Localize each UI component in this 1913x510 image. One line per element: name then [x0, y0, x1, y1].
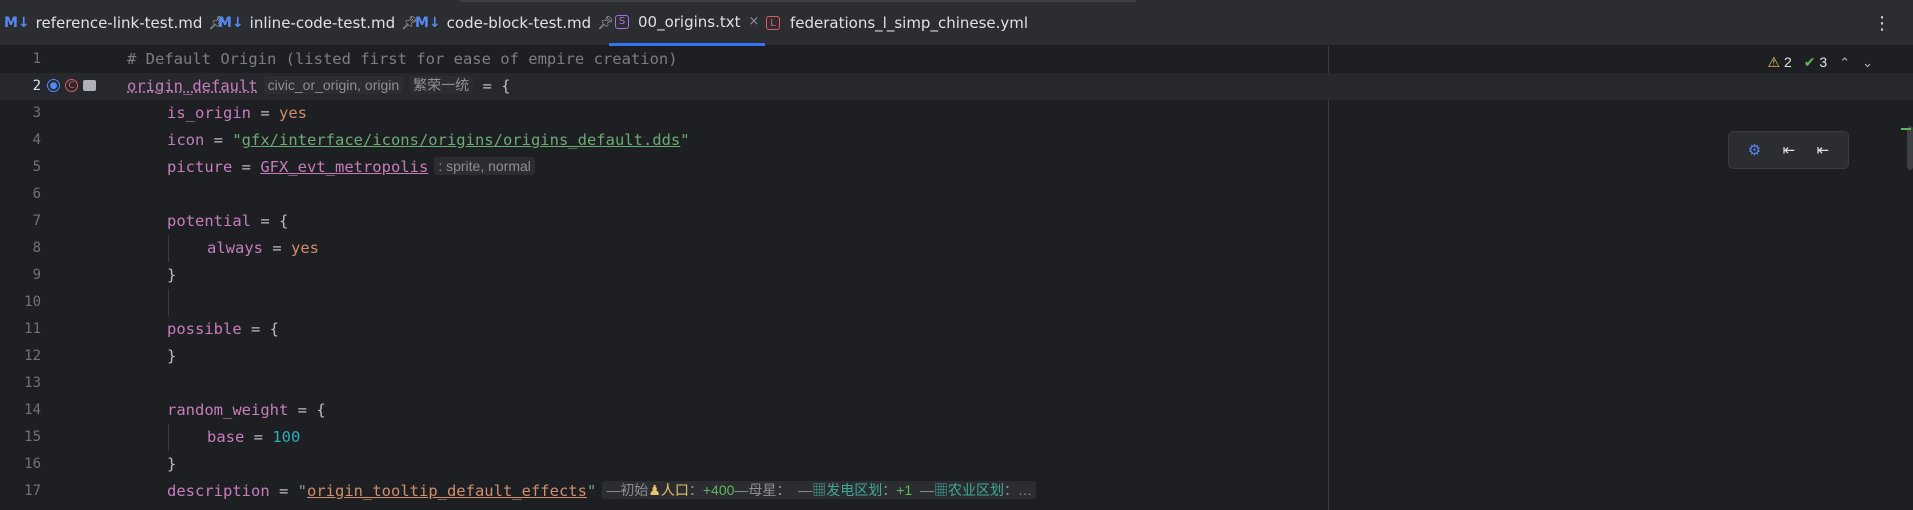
localisation-preview-hint: —初始♟人口：+400—母星： —▦发电区划：+1 —▦农业区划：…	[602, 481, 1036, 499]
code-text: potential = {	[167, 212, 289, 230]
definition-name[interactable]: origin_default	[127, 77, 258, 95]
boolean-value: yes	[291, 239, 319, 257]
property-key: potential	[167, 212, 251, 230]
property-key: is_origin	[167, 104, 251, 122]
line-number: 6	[32, 186, 41, 202]
line-number: 16	[24, 456, 41, 472]
tab-label: federations_l_simp_chinese.yml	[790, 14, 1029, 32]
code-line: 6	[0, 181, 1913, 208]
markdown-file-icon: M↓	[218, 15, 244, 31]
code-line: 14 random_weight = {	[0, 397, 1913, 424]
tab-label: reference-link-test.md	[35, 14, 203, 32]
indent-guide	[168, 235, 169, 262]
line-number: 14	[24, 402, 41, 418]
tab-federations-yml[interactable]: L federations_l_simp_chinese.yml	[766, 0, 1028, 46]
markdown-file-icon: M↓	[4, 15, 30, 31]
property-key: possible	[167, 320, 242, 338]
line-number: 8	[32, 240, 41, 256]
line-number: 13	[24, 375, 41, 391]
localisation-inlay-hint: 繁荣一统	[409, 76, 474, 94]
closing-brace: }	[167, 455, 177, 473]
boolean-value: yes	[279, 104, 307, 122]
line-number: 1	[32, 51, 41, 67]
code-text: picture = GFX_evt_metropolis: sprite, no…	[167, 154, 535, 181]
line-number: 3	[32, 105, 41, 121]
type-inlay-hint: civic_or_origin, origin	[263, 76, 404, 94]
comment: # Default Origin (listed first for ease …	[127, 50, 678, 68]
localisation-file-icon: L	[766, 16, 780, 30]
code-text: random_weight = {	[167, 401, 326, 419]
tab-label: code-block-test.md	[446, 14, 592, 32]
line-number: 15	[24, 429, 41, 445]
implemented-icon[interactable]: ●	[47, 79, 60, 92]
code-text: is_origin = yes	[167, 104, 307, 122]
closing-brace: }	[167, 347, 177, 365]
code-line: 16 }	[0, 451, 1913, 478]
code-line: 17 description = "origin_tooltip_default…	[0, 478, 1913, 505]
tab-00-origins[interactable]: S 00_origins.txt ×	[609, 0, 766, 46]
district-icon: ▦	[933, 482, 948, 498]
property-key: random_weight	[167, 401, 289, 419]
code-line: 10	[0, 289, 1913, 316]
tab-code-block-test[interactable]: M↓ code-block-test.md 📌︎	[415, 0, 614, 46]
code-line: 12 }	[0, 343, 1913, 370]
line-number: 10	[24, 294, 41, 310]
district-icon: ▦	[812, 482, 827, 498]
code-line: 13	[0, 370, 1913, 397]
property-key: icon	[167, 131, 205, 149]
stellaris-script-file-icon: S	[615, 14, 629, 29]
operator: = {	[473, 77, 511, 95]
tab-label: 00_origins.txt	[638, 12, 741, 31]
code-line: 8 always = yes	[0, 235, 1913, 262]
markdown-file-icon: M↓	[415, 15, 441, 31]
code-text: origin_default civic_or_origin, origin 繁荣一…	[127, 73, 511, 100]
pop-icon: ♟	[648, 482, 661, 498]
code-line: 3 is_origin = yes	[0, 100, 1913, 127]
property-key: picture	[167, 158, 233, 176]
line-number: 12	[24, 348, 41, 364]
property-key: description	[167, 482, 270, 500]
code-text: description = "origin_tooltip_default_ef…	[167, 478, 1036, 505]
line-number: 11	[24, 321, 41, 337]
sprite-reference[interactable]: GFX_evt_metropolis	[260, 158, 428, 176]
line-number: 9	[32, 267, 41, 283]
line-number: 17	[24, 483, 41, 499]
code-text: always = yes	[207, 239, 319, 257]
line-number: 7	[32, 213, 41, 229]
property-key: base	[207, 428, 245, 446]
code-line: 15 base = 100	[0, 424, 1913, 451]
code-text: possible = {	[167, 320, 279, 338]
tab-reference-link-test[interactable]: M↓ reference-link-test.md 📌︎	[4, 0, 225, 46]
editor-tab-bar: M↓ reference-link-test.md 📌︎ M↓ inline-c…	[0, 0, 1913, 46]
line-number: 4	[32, 132, 41, 148]
code-editor[interactable]: ⚠ 2 ✔ 3 ⌃ ⌄ ⚙ ⇤ ⇤ 1 # Default Origin (li…	[0, 46, 1913, 510]
type-inlay-hint: : sprite, normal	[434, 157, 535, 175]
tab-inline-code-test[interactable]: M↓ inline-code-test.md 📌︎	[218, 0, 418, 46]
property-key: always	[207, 239, 263, 257]
code-text: icon = "gfx/interface/icons/origins/orig…	[167, 131, 690, 149]
image-preview-icon[interactable]	[83, 80, 96, 91]
code-line: 1 # Default Origin (listed first for eas…	[0, 46, 1913, 73]
indent-guide	[168, 424, 169, 451]
closing-brace: }	[167, 266, 177, 284]
close-tab-icon[interactable]: ×	[749, 14, 760, 29]
tab-label: inline-code-test.md	[249, 14, 396, 32]
gutter-icons: ● C	[47, 79, 96, 94]
code-line: 11 possible = {	[0, 316, 1913, 343]
code-line: 5 picture = GFX_evt_metropolis: sprite, …	[0, 154, 1913, 181]
line-number: 2	[32, 78, 41, 94]
code-line: 4 icon = "gfx/interface/icons/origins/or…	[0, 127, 1913, 154]
localisation-reference[interactable]: origin_tooltip_default_effects	[307, 482, 587, 500]
line-number: 5	[32, 159, 41, 175]
more-tabs-menu-icon[interactable]: ⋮	[1873, 13, 1891, 34]
code-line-current: 2 ● C origin_default civic_or_origin, ori…	[0, 73, 1913, 100]
code-line: 7 potential = {	[0, 208, 1913, 235]
code-text: base = 100	[207, 428, 301, 446]
code-line: 9 }	[0, 262, 1913, 289]
overrides-icon[interactable]: C	[65, 79, 78, 92]
file-path-link[interactable]: gfx/interface/icons/origins/origins_defa…	[242, 131, 681, 149]
number-value: 100	[272, 428, 301, 446]
